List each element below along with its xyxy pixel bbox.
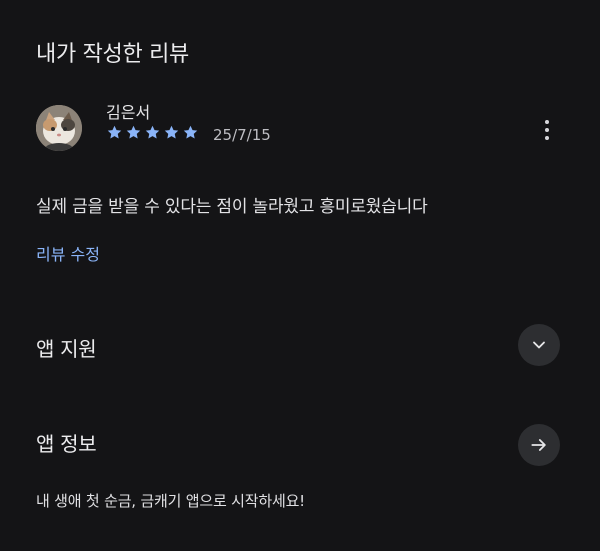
reviewer-name: 김은서 bbox=[106, 103, 151, 122]
expand-app-support-button[interactable] bbox=[518, 324, 560, 366]
more-vert-icon[interactable] bbox=[536, 115, 558, 145]
section-title: 내가 작성한 리뷰 bbox=[36, 42, 189, 67]
app-info-title: 앱 정보 bbox=[36, 432, 97, 456]
review-date: 25/7/15 bbox=[213, 126, 271, 144]
star-icon bbox=[183, 125, 198, 139]
open-app-info-button[interactable] bbox=[518, 424, 560, 466]
star-rating bbox=[106, 124, 199, 141]
review-text: 실제 금을 받을 수 있다는 점이 놀라웠고 흥미로웠습니다 bbox=[36, 197, 428, 217]
app-support-title: 앱 지원 bbox=[36, 337, 97, 361]
edit-review-link[interactable]: 리뷰 수정 bbox=[36, 241, 100, 265]
star-icon bbox=[107, 125, 122, 139]
star-icon bbox=[126, 125, 141, 139]
star-icon bbox=[145, 125, 160, 139]
cat-avatar-icon bbox=[36, 105, 82, 151]
star-icon bbox=[164, 125, 179, 139]
arrow-right-icon bbox=[531, 439, 546, 451]
chevron-down-icon bbox=[533, 341, 545, 349]
app-description: 내 생애 첫 순금, 금캐기 앱으로 시작하세요! bbox=[36, 492, 305, 510]
